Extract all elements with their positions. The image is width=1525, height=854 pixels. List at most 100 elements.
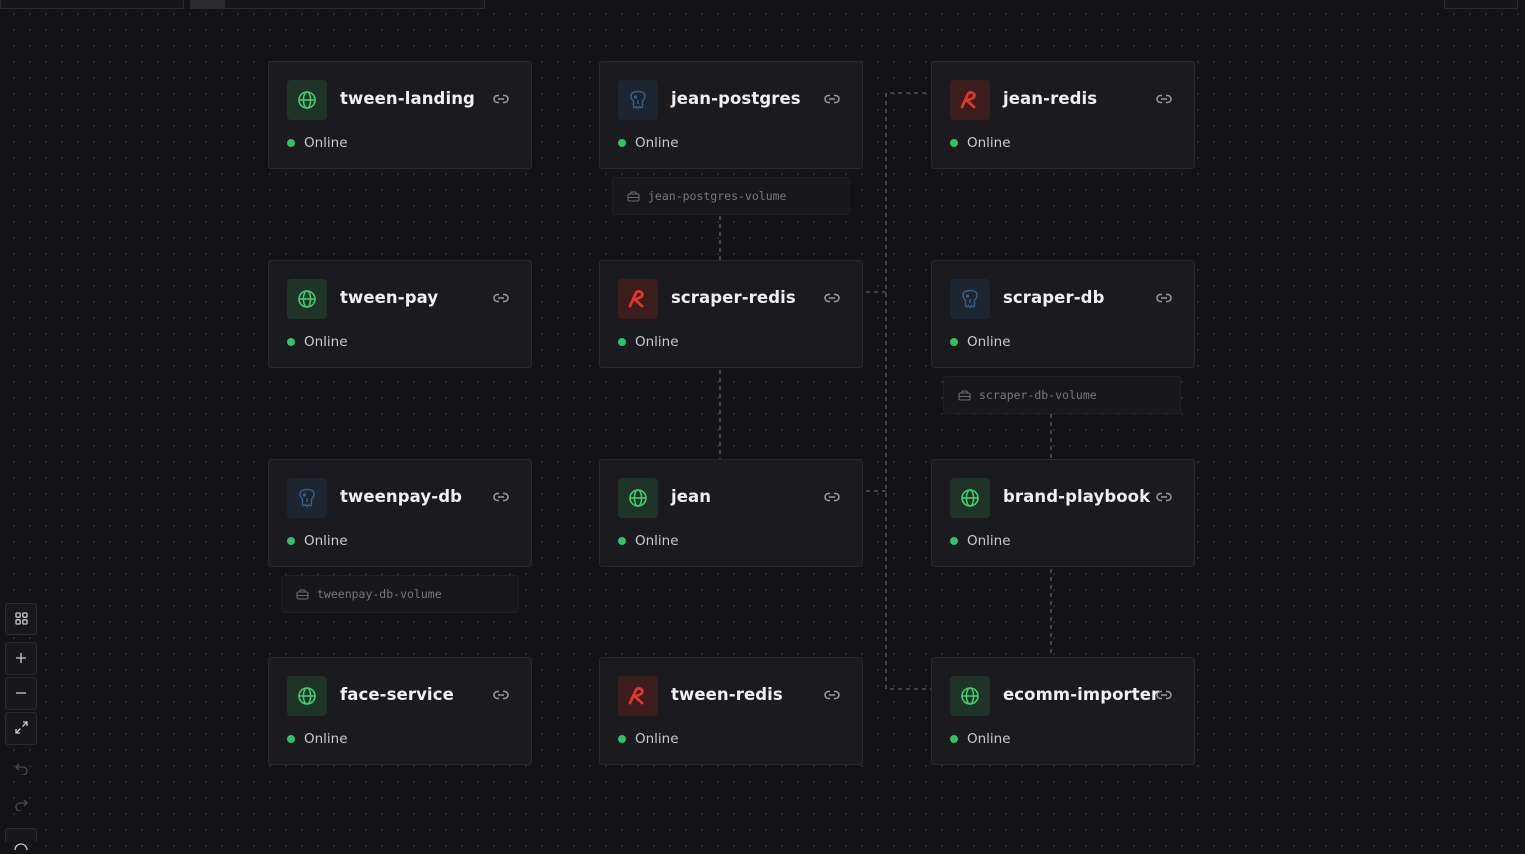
service-card-tween-landing[interactable]: tween-landing Online — [268, 61, 532, 169]
service-name: jean — [671, 487, 712, 506]
expand-icon — [14, 719, 28, 738]
globe-icon — [950, 478, 990, 518]
top-bar-stub — [0, 0, 184, 9]
status-indicator: Online — [950, 334, 1011, 350]
redis-icon — [950, 80, 990, 120]
status-indicator: Online — [618, 731, 679, 747]
online-dot — [950, 735, 958, 743]
service-card-tween-redis[interactable]: tween-redis Online — [599, 657, 863, 765]
service-card-face-service[interactable]: face-service Online — [268, 657, 532, 765]
volume-tweenpay-db[interactable]: tweenpay-db-volume — [281, 575, 519, 613]
status-label: Online — [967, 135, 1011, 151]
plus-icon — [15, 649, 27, 668]
grid-layout-button[interactable] — [5, 603, 37, 635]
service-name: tween-pay — [340, 288, 439, 307]
link-icon[interactable] — [1156, 489, 1172, 505]
status-label: Online — [967, 334, 1011, 350]
service-name: tween-redis — [671, 685, 783, 704]
status-indicator: Online — [287, 731, 348, 747]
link-icon[interactable] — [493, 290, 509, 306]
volume-scraper-db[interactable]: scraper-db-volume — [943, 376, 1181, 414]
online-dot — [950, 537, 958, 545]
link-icon[interactable] — [493, 489, 509, 505]
postgres-elephant-icon — [618, 80, 658, 120]
status-indicator: Online — [950, 731, 1011, 747]
online-dot — [618, 338, 626, 346]
volume-label: scraper-db-volume — [979, 388, 1097, 402]
drive-icon — [296, 588, 309, 600]
link-icon[interactable] — [493, 91, 509, 107]
fit-view-button[interactable] — [5, 712, 37, 745]
volume-label: tweenpay-db-volume — [317, 587, 442, 601]
undo-button[interactable] — [5, 753, 37, 785]
service-card-ecomm-importer[interactable]: ecomm-importer Online — [931, 657, 1195, 765]
status-indicator: Online — [618, 135, 679, 151]
status-label: Online — [635, 533, 679, 549]
status-label: Online — [304, 334, 348, 350]
zoom-out-button[interactable] — [5, 677, 37, 710]
link-icon[interactable] — [824, 290, 840, 306]
status-indicator: Online — [618, 533, 679, 549]
globe-icon — [287, 676, 327, 716]
status-indicator: Online — [287, 334, 348, 350]
more-button[interactable] — [5, 828, 37, 851]
drive-icon — [958, 389, 971, 401]
service-card-jean[interactable]: jean Online — [599, 459, 863, 567]
service-name: tween-landing — [340, 89, 475, 108]
link-icon[interactable] — [824, 489, 840, 505]
link-icon[interactable] — [493, 687, 509, 703]
online-dot — [618, 537, 626, 545]
status-label: Online — [635, 334, 679, 350]
top-tab-stub[interactable] — [190, 0, 485, 9]
status-indicator: Online — [287, 135, 348, 151]
status-label: Online — [635, 731, 679, 747]
online-dot — [287, 537, 295, 545]
link-icon[interactable] — [1156, 290, 1172, 306]
service-name: jean-postgres — [671, 89, 801, 108]
link-icon[interactable] — [1156, 91, 1172, 107]
service-card-jean-postgres[interactable]: jean-postgres Online — [599, 61, 863, 169]
service-card-tween-pay[interactable]: tween-pay Online — [268, 260, 532, 368]
postgres-elephant-icon — [287, 478, 327, 518]
status-indicator: Online — [287, 533, 348, 549]
online-dot — [618, 139, 626, 147]
online-dot — [287, 338, 295, 346]
status-label: Online — [967, 533, 1011, 549]
online-dot — [287, 735, 295, 743]
status-label: Online — [304, 135, 348, 151]
volume-jean-postgres[interactable]: jean-postgres-volume — [612, 177, 850, 215]
volume-label: jean-postgres-volume — [648, 189, 787, 203]
project-canvas[interactable]: jean-postgres-volume scraper-db-volume t… — [0, 0, 1525, 851]
service-card-scraper-db[interactable]: scraper-db Online — [931, 260, 1195, 368]
status-label: Online — [304, 731, 348, 747]
circle-icon — [14, 835, 28, 854]
status-label: Online — [304, 533, 348, 549]
zoom-in-button[interactable] — [5, 642, 37, 675]
link-icon[interactable] — [824, 91, 840, 107]
online-dot — [287, 139, 295, 147]
service-card-tweenpay-db[interactable]: tweenpay-db Online — [268, 459, 532, 567]
service-name: tweenpay-db — [340, 487, 463, 506]
service-name: jean-redis — [1003, 89, 1098, 108]
postgres-elephant-icon — [950, 279, 990, 319]
globe-icon — [287, 279, 327, 319]
link-icon[interactable] — [1156, 687, 1172, 703]
top-right-stub — [1444, 0, 1518, 9]
redis-icon — [618, 279, 658, 319]
service-card-jean-redis[interactable]: jean-redis Online — [931, 61, 1195, 169]
redis-icon — [618, 676, 658, 716]
status-label: Online — [967, 731, 1011, 747]
status-indicator: Online — [950, 533, 1011, 549]
globe-icon — [950, 676, 990, 716]
service-name: face-service — [340, 685, 454, 704]
online-dot — [950, 338, 958, 346]
link-icon[interactable] — [824, 687, 840, 703]
globe-icon — [618, 478, 658, 518]
minus-icon — [15, 684, 27, 703]
service-name: scraper-redis — [671, 288, 796, 307]
service-card-scraper-redis[interactable]: scraper-redis Online — [599, 260, 863, 368]
status-indicator: Online — [950, 135, 1011, 151]
redo-button[interactable] — [5, 789, 37, 821]
online-dot — [950, 139, 958, 147]
service-card-brand-playbook[interactable]: brand-playbook Online — [931, 459, 1195, 567]
